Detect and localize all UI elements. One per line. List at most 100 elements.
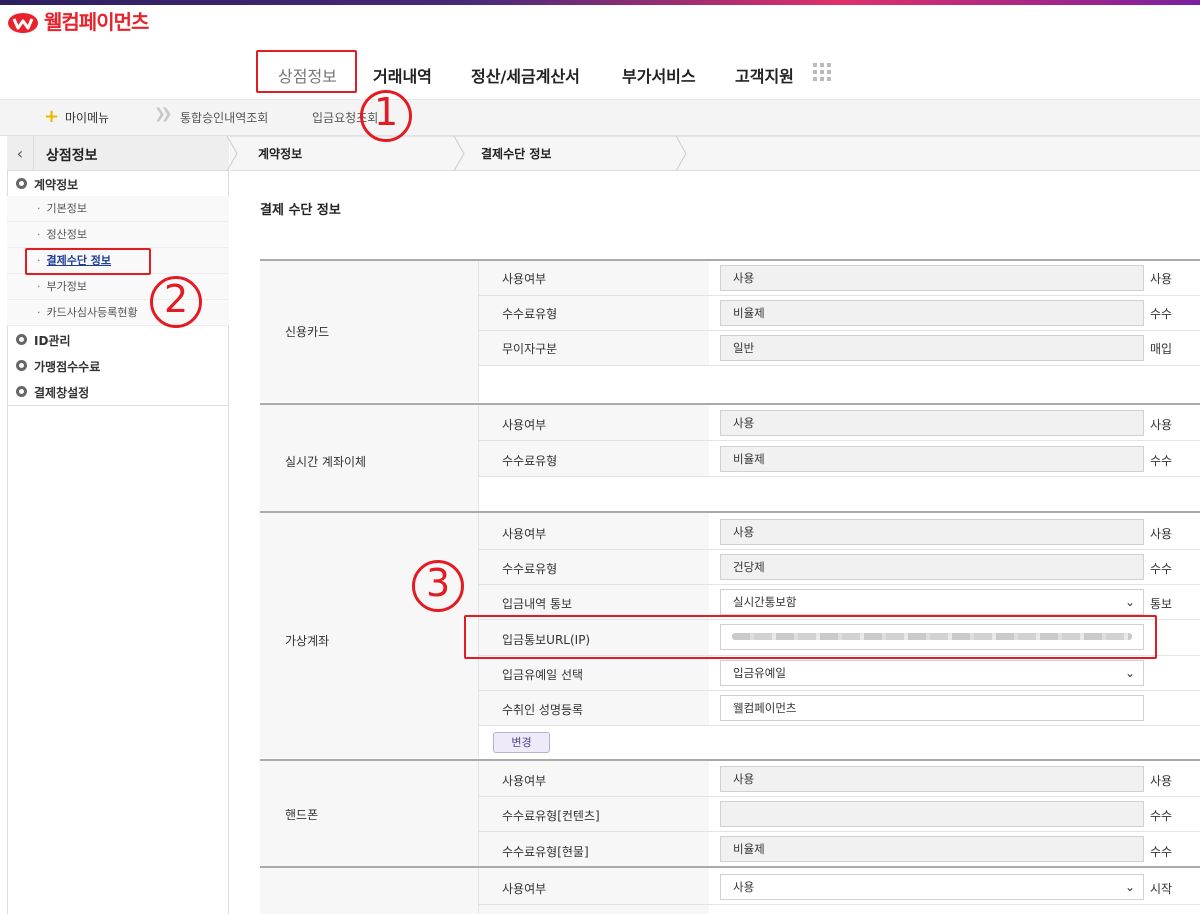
field-value-readonly: 비율제 — [720, 446, 1144, 472]
sidebar-item-label: 기본정보 — [46, 202, 87, 215]
gnb-tab-support[interactable]: 고객지원 — [735, 63, 794, 87]
field-label: 무이자구분 — [502, 342, 558, 356]
bullet-circle-icon — [16, 360, 27, 371]
my-menu-link[interactable]: 마이메뉴 — [65, 109, 109, 126]
plus-icon[interactable]: + — [44, 106, 59, 127]
field-label-right: 사용 — [1150, 527, 1173, 541]
row-divider — [479, 440, 1200, 441]
global-nav — [0, 40, 1200, 100]
select-value: 실시간통보함 — [733, 595, 797, 609]
field-label-right: 사용 — [1150, 418, 1173, 432]
field-label-right: 사용 — [1150, 774, 1173, 788]
group-label-realtime-transfer: 실시간 계좌이체 — [285, 455, 367, 469]
field-label: 수취인 성명등록 — [502, 703, 584, 717]
field-label: 수수료유형 — [502, 454, 558, 468]
row-divider — [479, 330, 1200, 331]
field-value-readonly: 건당제 — [720, 554, 1144, 580]
sidebar-collapse-chevron-icon[interactable]: ‹ — [7, 136, 34, 171]
grace-period-select[interactable]: 입금유예일 ⌄ — [720, 660, 1144, 686]
row-divider — [479, 549, 1200, 550]
deposit-notice-select[interactable]: 실시간통보함 ⌄ — [720, 589, 1144, 615]
sidebar-group-id[interactable]: ID관리 — [34, 332, 71, 349]
field-value-readonly: 사용 — [720, 410, 1144, 436]
field-label-right: 수수 — [1150, 307, 1173, 321]
select-value: 입금유예일 — [733, 666, 786, 680]
top-accent-line — [0, 0, 1200, 5]
breadcrumb-separator-icon — [225, 135, 239, 172]
brand-name[interactable]: 웰컴페이먼츠 — [44, 6, 149, 35]
sidebar-header — [7, 136, 229, 171]
field-label: 사용여부 — [502, 774, 547, 788]
field-value-readonly: 비율제 — [720, 836, 1144, 862]
field-label: 입금유예일 선택 — [502, 668, 584, 682]
breadcrumb-separator-icon — [674, 135, 688, 172]
field-label-right: 수수 — [1150, 562, 1173, 576]
sidebar-item-label: 부가정보 — [46, 280, 87, 293]
field-label-right: 매입 — [1150, 342, 1173, 356]
field-label-right: 수수 — [1150, 454, 1173, 468]
field-label: 입금내역 통보 — [502, 597, 573, 611]
annotation-number-1: 1 — [374, 90, 399, 134]
breadcrumb-payment-method[interactable]: 결제수단 정보 — [481, 145, 551, 162]
breadcrumb-contract[interactable]: 계약정보 — [258, 145, 302, 162]
sidebar-divider — [7, 405, 229, 406]
sidebar-title: 상점정보 — [46, 148, 98, 164]
bullet-circle-icon — [16, 178, 27, 189]
annotation-number-2: 2 — [164, 277, 189, 321]
chevron-down-icon: ⌄ — [1124, 666, 1135, 680]
field-value-readonly: 비율제 — [720, 300, 1144, 326]
row-divider — [479, 725, 1200, 726]
sidebar-item-label: 카드사심사등록현황 — [46, 306, 138, 319]
row-divider — [479, 295, 1200, 296]
field-label: 수수료유형 — [502, 307, 558, 321]
row-divider — [479, 796, 1200, 797]
row-divider — [479, 904, 1200, 905]
bullet-circle-icon — [16, 334, 27, 345]
highlight-box-url-field — [464, 615, 1157, 659]
select-value: 사용 — [733, 880, 755, 894]
breadcrumb-separator-icon — [452, 135, 466, 172]
row-divider — [479, 690, 1200, 691]
breadcrumb — [230, 136, 1200, 171]
sidebar-item-label: 정산정보 — [46, 228, 87, 241]
field-label: 수수료유형[컨텐츠] — [502, 809, 600, 823]
change-button[interactable]: 변경 — [493, 732, 550, 753]
field-label: 사용여부 — [502, 527, 547, 541]
field-label: 수수료유형 — [502, 562, 558, 576]
highlight-box-store-tab — [256, 50, 357, 93]
row-divider — [479, 476, 1200, 477]
sidebar-group-payment-window[interactable]: 결제창설정 — [34, 384, 89, 401]
chevron-down-icon: ⌄ — [1124, 595, 1135, 609]
row-divider — [479, 584, 1200, 585]
field-value-readonly: 일반 — [720, 335, 1144, 361]
gnb-tab-extra-services[interactable]: 부가서비스 — [622, 63, 696, 87]
top-bar — [0, 0, 1200, 40]
field-label-right: 수수 — [1150, 845, 1173, 859]
row-divider — [479, 831, 1200, 832]
field-label-right: 사용 — [1150, 272, 1173, 286]
section-title: 결제 수단 정보 — [260, 203, 341, 218]
field-value-readonly: 사용 — [720, 766, 1144, 792]
sidebar-item-settlement[interactable]: · 정산정보 — [7, 222, 229, 248]
brand-logo-icon[interactable] — [6, 9, 40, 34]
group-header-cell — [260, 868, 479, 914]
quick-link-approval[interactable]: 통합승인내역조회 — [180, 109, 268, 126]
annotation-number-3: 3 — [426, 561, 451, 605]
field-label-right: 시작 — [1150, 882, 1173, 896]
sidebar-group-fees[interactable]: 가맹점수수료 — [34, 358, 100, 375]
field-label: 사용여부 — [502, 418, 547, 432]
double-chevron-icon: ❯❯ — [154, 106, 173, 122]
group-label-virtual-account: 가상계좌 — [285, 634, 330, 648]
field-label-right: 통보 — [1150, 597, 1173, 611]
payee-name-input[interactable]: 웰컴페이먼츠 — [720, 695, 1144, 721]
gnb-tab-settlement[interactable]: 정산/세금계산서 — [471, 63, 580, 87]
group-label-credit-card: 신용카드 — [285, 325, 330, 339]
sidebar-item-basic[interactable]: · 기본정보 — [7, 196, 229, 222]
field-label-right: 수수 — [1150, 809, 1173, 823]
bullet-circle-icon — [16, 386, 27, 397]
gnb-tab-transactions[interactable]: 거래내역 — [373, 63, 432, 87]
usage-select[interactable]: 사용 ⌄ — [720, 874, 1144, 900]
field-value-readonly: 사용 — [720, 519, 1144, 545]
sidebar-group-contract[interactable]: 계약정보 — [34, 176, 78, 193]
all-menu-grid-icon[interactable] — [813, 63, 831, 81]
